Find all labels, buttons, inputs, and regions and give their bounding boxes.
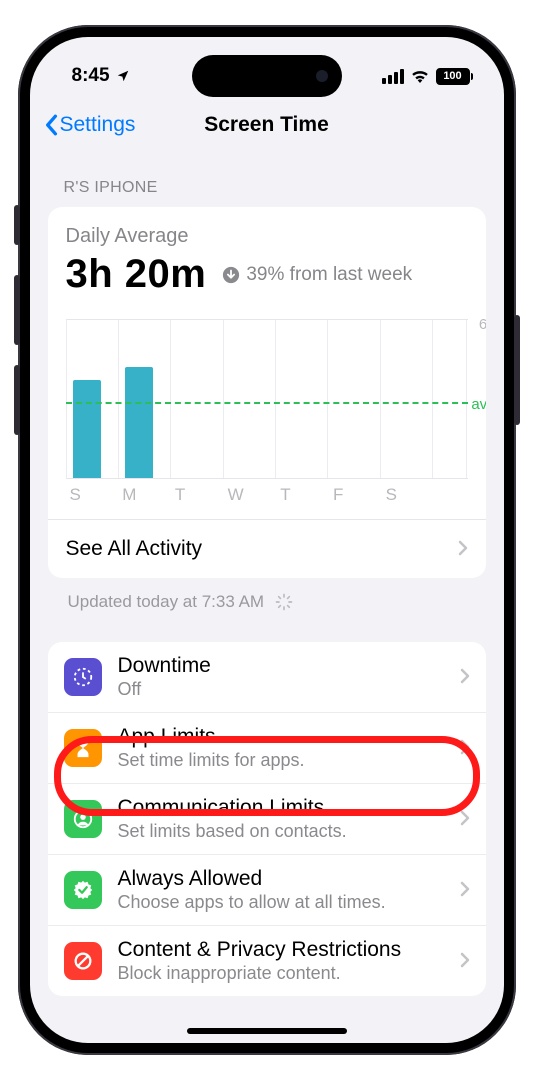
- no-entry-icon: [64, 942, 102, 980]
- section-header: R'S IPHONE: [48, 153, 486, 207]
- down-arrow-icon: [222, 266, 240, 284]
- cellular-icon: [382, 69, 404, 84]
- battery-icon: 100: [436, 68, 470, 85]
- usage-card: Daily Average 3h 20m 39% from last week: [48, 207, 486, 578]
- volume-up-button: [14, 275, 20, 345]
- list-item-title: App Limits: [118, 725, 444, 749]
- daily-average-label: Daily Average: [66, 225, 468, 248]
- communication-limits-row[interactable]: Communication Limits Set limits based on…: [48, 783, 486, 854]
- updated-text: Updated today at 7:33 AM: [48, 578, 486, 612]
- daily-average-value: 3h 20m: [66, 252, 207, 297]
- app-limits-row[interactable]: App Limits Set time limits for apps.: [48, 712, 486, 783]
- y-max-label: 6h: [479, 316, 486, 333]
- x-axis-labels: S M T W T F S: [66, 485, 468, 505]
- chevron-right-icon: [460, 948, 470, 974]
- daily-average-delta: 39% from last week: [222, 264, 412, 286]
- list-item-sub: Set time limits for apps.: [118, 750, 444, 771]
- chart-bar: [73, 380, 101, 478]
- chevron-right-icon: [460, 806, 470, 832]
- y-avg-label: avg: [471, 396, 485, 413]
- list-item-title: Content & Privacy Restrictions: [118, 938, 444, 962]
- location-icon: [116, 69, 130, 83]
- avg-line: [66, 402, 468, 404]
- volume-down-button: [14, 365, 20, 435]
- power-button: [514, 315, 520, 425]
- chevron-right-icon: [460, 664, 470, 690]
- person-icon: [64, 800, 102, 838]
- phone-frame: 8:45 100 Settings Screen Time R'S IPHONE…: [18, 25, 516, 1055]
- wifi-icon: [410, 69, 430, 83]
- downtime-icon: [64, 658, 102, 696]
- list-item-sub: Set limits based on contacts.: [118, 821, 444, 842]
- chevron-right-icon: [458, 536, 468, 562]
- page-title: Screen Time: [30, 113, 504, 137]
- spinner-icon: [274, 592, 294, 612]
- list-item-sub: Block inappropriate content.: [118, 963, 444, 984]
- see-all-label: See All Activity: [66, 537, 203, 561]
- chevron-right-icon: [460, 735, 470, 761]
- chart-bar: [125, 367, 153, 478]
- list-item-title: Always Allowed: [118, 867, 444, 891]
- hourglass-icon: [64, 729, 102, 767]
- nav-bar: Settings Screen Time: [30, 97, 504, 153]
- usage-chart: 6h avg 0: [66, 319, 468, 479]
- list-item-sub: Off: [118, 679, 444, 700]
- list-item-title: Communication Limits: [118, 796, 444, 820]
- side-button: [14, 205, 20, 245]
- dynamic-island: [192, 55, 342, 97]
- see-all-activity-row[interactable]: See All Activity: [48, 519, 486, 578]
- content-privacy-row[interactable]: Content & Privacy Restrictions Block ina…: [48, 925, 486, 996]
- settings-list: Downtime Off App Limits Set time limits …: [48, 642, 486, 996]
- always-allowed-row[interactable]: Always Allowed Choose apps to allow at a…: [48, 854, 486, 925]
- checkmark-badge-icon: [64, 871, 102, 909]
- downtime-row[interactable]: Downtime Off: [48, 642, 486, 712]
- home-indicator[interactable]: [187, 1028, 347, 1034]
- status-time: 8:45: [72, 65, 110, 87]
- screen: 8:45 100 Settings Screen Time R'S IPHONE…: [30, 37, 504, 1043]
- chevron-right-icon: [460, 877, 470, 903]
- list-item-sub: Choose apps to allow at all times.: [118, 892, 444, 913]
- list-item-title: Downtime: [118, 654, 444, 678]
